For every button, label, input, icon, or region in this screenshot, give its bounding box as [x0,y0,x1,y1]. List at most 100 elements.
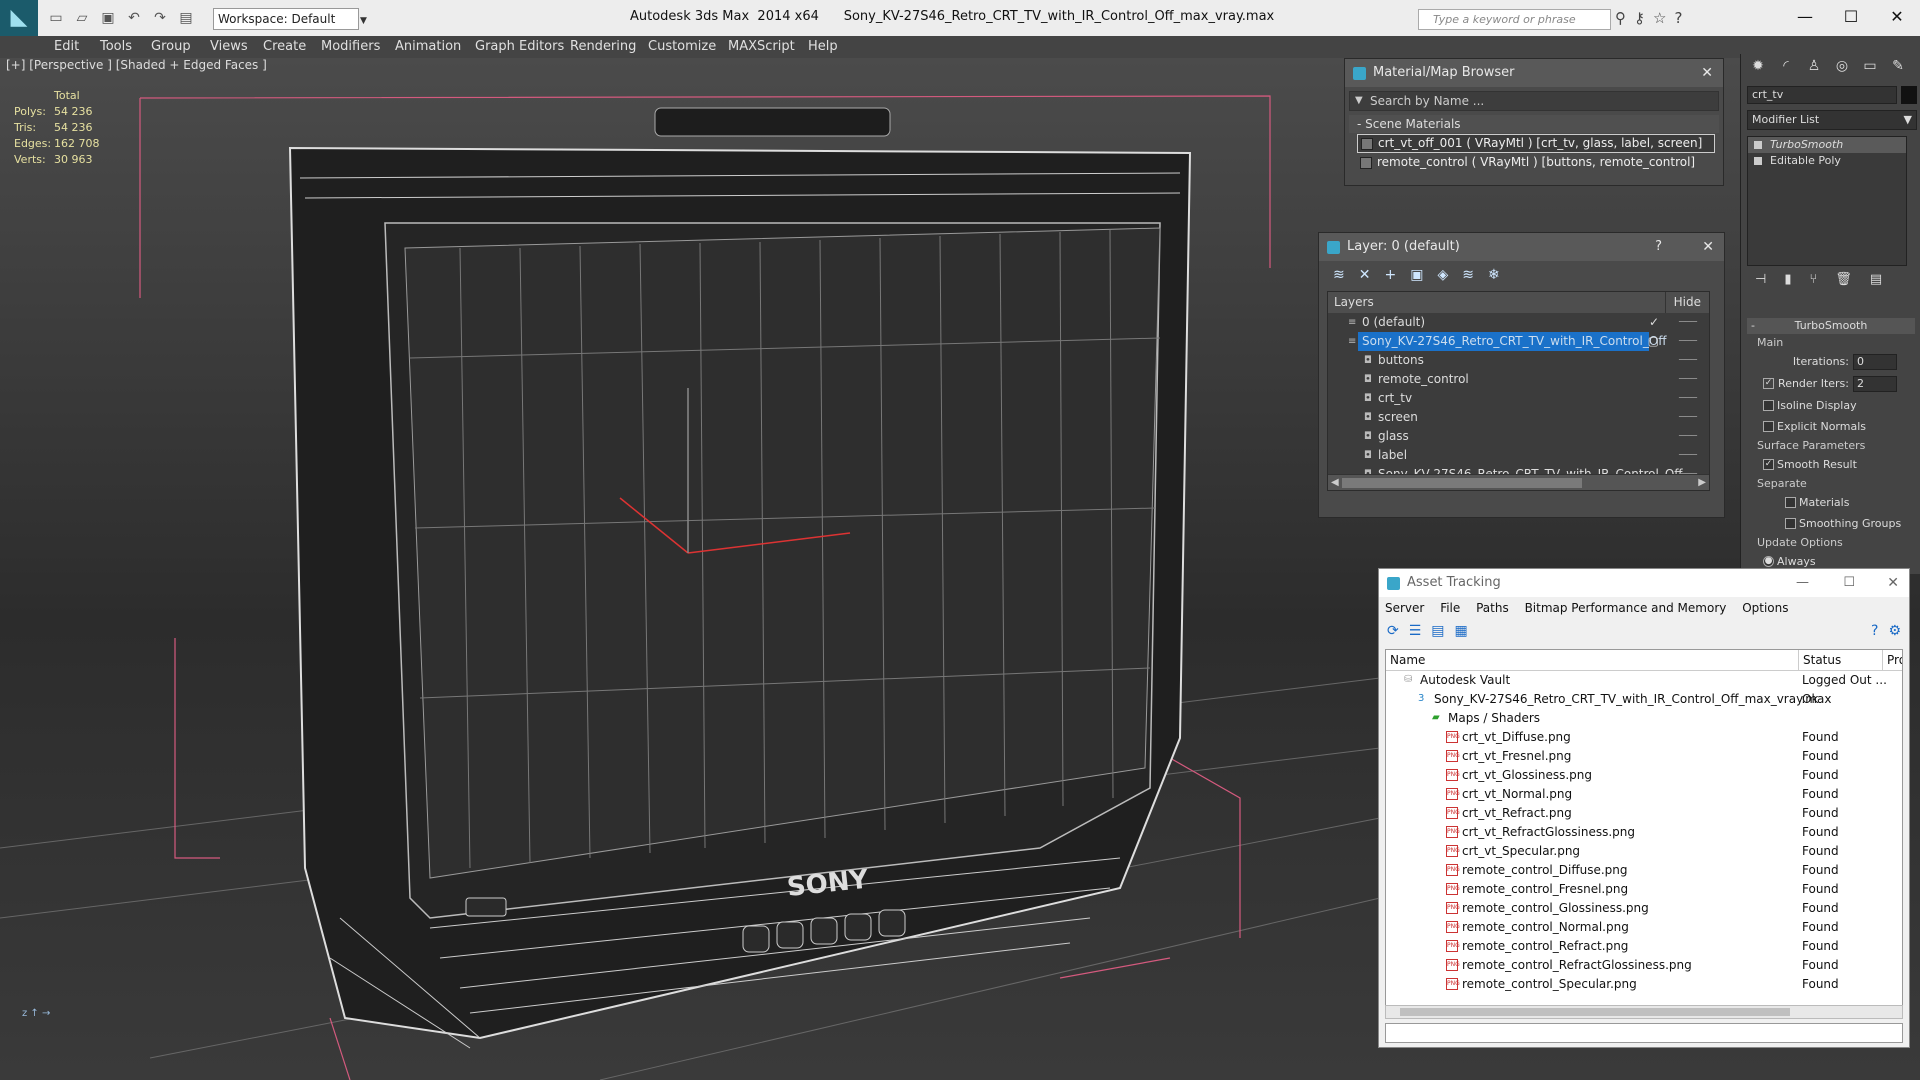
highlight-layer-icon[interactable]: ◈ [1437,267,1448,285]
freeze-all-icon[interactable]: ❄ [1488,267,1500,285]
scroll-left-icon[interactable]: ◀ [1331,475,1339,491]
settings-icon[interactable]: ⚙ [1888,623,1901,641]
help-icon[interactable]: ? [1674,9,1682,27]
smooth-result-checkbox[interactable]: ✓ [1763,459,1774,470]
hierarchy-tab-icon[interactable]: ♙ [1803,58,1825,76]
keyword-search-input[interactable]: Type a keyword or phrase [1418,9,1611,30]
rollout-header[interactable]: - TurboSmooth [1747,318,1915,334]
layer-row[interactable]: ◘ buttons ─── [1328,351,1709,370]
layers-icon[interactable]: ≋ [1333,267,1345,285]
menu-maxscript[interactable]: MAXScript [728,39,795,54]
asset-row[interactable]: PNG remote_control_Glossiness.png Found [1386,899,1902,918]
select-in-layer-icon[interactable]: ▣ [1410,267,1423,285]
asset-row[interactable]: PNG crt_vt_Glossiness.png Found [1386,766,1902,785]
help-icon[interactable]: ? [1871,623,1878,641]
asset-row[interactable]: PNG remote_control_Refract.png Found [1386,937,1902,956]
project-folder-icon[interactable]: ▤ [176,8,196,28]
isoline-display-option[interactable]: Isoline Display [1747,395,1915,416]
layer-row[interactable]: ◘ glass ─── [1328,427,1709,446]
hide-toggle[interactable]: ─── [1679,332,1697,351]
render-iters-spinner[interactable]: 2 [1853,376,1897,392]
asset-row[interactable]: 3 Sony_KV-27S46_Retro_CRT_TV_with_IR_Cont… [1386,690,1902,709]
scene-materials-header[interactable]: - Scene Materials [1349,115,1719,133]
menu-options[interactable]: Options [1742,601,1788,615]
scroll-thumb[interactable] [1342,478,1582,488]
asset-row[interactable]: PNG remote_control_Normal.png Found [1386,918,1902,937]
current-layer-icon[interactable]: ▢ [1648,332,1659,351]
menu-paths[interactable]: Paths [1476,601,1509,615]
modifier-stack-item[interactable]: Editable Poly [1748,153,1906,169]
separate-materials-option[interactable]: Materials [1747,492,1915,513]
menu-modifiers[interactable]: Modifiers [321,39,380,54]
menu-help[interactable]: Help [808,39,838,54]
close-icon[interactable]: ✕ [1702,233,1714,261]
object-color-swatch[interactable] [1901,86,1917,104]
hide-column-header[interactable]: Hide [1664,292,1701,313]
minimize-icon[interactable]: — [1796,569,1809,597]
materials-checkbox[interactable] [1785,497,1796,508]
new-file-icon[interactable]: ▭ [46,8,66,28]
delete-layer-icon[interactable]: ✕ [1359,267,1371,285]
explicit-normals-option[interactable]: Explicit Normals [1747,416,1915,437]
layer-row[interactable]: ≡ Sony_KV-27S46_Retro_CRT_TV_with_IR_Cont… [1328,332,1709,351]
dropdown-arrow-icon[interactable]: ▼ [1355,92,1363,110]
maximize-icon[interactable]: ☐ [1843,569,1855,597]
asset-row[interactable]: PNG remote_control_Fresnel.png Found [1386,880,1902,899]
close-icon[interactable]: ✕ [1874,0,1920,34]
hide-toggle[interactable]: ─── [1679,446,1697,465]
undo-icon[interactable]: ↶ [124,8,144,28]
help-icon[interactable]: ? [1655,233,1662,261]
create-tab-icon[interactable]: ✹ [1747,58,1769,76]
maximize-icon[interactable]: ☐ [1828,0,1874,34]
make-unique-icon[interactable]: ⑂ [1809,272,1817,292]
material-item[interactable]: crt_vt_off_001 ( VRayMtl ) [crt_tv, glas… [1357,134,1715,153]
add-to-layer-icon[interactable]: + [1384,267,1396,285]
hide-toggle[interactable]: ─── [1679,427,1697,446]
layer-row[interactable]: ≡ 0 (default) ✓ ─── [1328,313,1709,332]
menu-animation[interactable]: Animation [395,39,461,54]
asset-horizontal-scrollbar[interactable] [1385,1005,1903,1019]
detail-view-icon[interactable]: ▤ [1431,623,1444,641]
app-logo[interactable]: ◣ [0,0,38,36]
display-tab-icon[interactable]: ▭ [1859,58,1881,76]
open-file-icon[interactable]: ▱ [72,8,92,28]
modify-tab-icon[interactable]: ◜ [1775,58,1797,76]
layer-row[interactable]: ◘ remote_control ─── [1328,370,1709,389]
menu-server[interactable]: Server [1385,601,1424,615]
asset-row[interactable]: PNG remote_control_Diffuse.png Found [1386,861,1902,880]
isoline-checkbox[interactable] [1763,400,1774,411]
proxy-column-header[interactable]: Prox [1882,650,1902,671]
menu-customize[interactable]: Customize [648,39,716,54]
material-search-input[interactable]: ▼ Search by Name ... [1349,91,1719,111]
menu-edit[interactable]: Edit [54,39,79,54]
menu-graph-editors[interactable]: Graph Editors [475,39,564,54]
minimize-icon[interactable]: — [1782,0,1828,34]
save-icon[interactable]: ▣ [98,8,118,28]
smooth-result-option[interactable]: ✓ Smooth Result [1747,454,1915,475]
scroll-right-icon[interactable]: ▶ [1698,475,1706,491]
key-icon[interactable]: ⚷ [1634,9,1645,27]
layer-row[interactable]: ◘ label ─── [1328,446,1709,465]
asset-row[interactable]: PNG remote_control_Specular.png Found [1386,975,1902,994]
menu-file[interactable]: File [1440,601,1460,615]
star-icon[interactable]: ☆ [1653,9,1666,27]
menu-group[interactable]: Group [151,39,191,54]
iterations-spinner[interactable]: 0 [1853,354,1897,370]
close-icon[interactable]: ✕ [1887,569,1899,597]
name-column-header[interactable]: Name [1390,650,1425,671]
asset-row[interactable]: PNG crt_vt_Fresnel.png Found [1386,747,1902,766]
menu-create[interactable]: Create [263,39,306,54]
redo-icon[interactable]: ↷ [150,8,170,28]
refresh-icon[interactable]: ⟳ [1387,623,1399,641]
hide-toggle[interactable]: ─── [1679,370,1697,389]
modifier-list-dropdown[interactable]: Modifier List ▼ [1747,110,1917,130]
motion-tab-icon[interactable]: ◎ [1831,58,1853,76]
table-view-icon[interactable]: ▦ [1455,623,1468,641]
asset-row[interactable]: ⛁ Autodesk Vault Logged Out ... [1386,671,1902,690]
asset-row[interactable]: PNG remote_control_RefractGlossiness.png F… [1386,956,1902,975]
viewport-label[interactable]: [+] [Perspective ] [Shaded + Edged Faces… [6,58,267,72]
hide-toggle[interactable]: ─── [1679,408,1697,427]
asset-row[interactable]: PNG crt_vt_Normal.png Found [1386,785,1902,804]
separate-smoothing-groups-option[interactable]: Smoothing Groups [1747,513,1915,534]
render-iters-checkbox[interactable]: ✓ [1763,378,1774,389]
